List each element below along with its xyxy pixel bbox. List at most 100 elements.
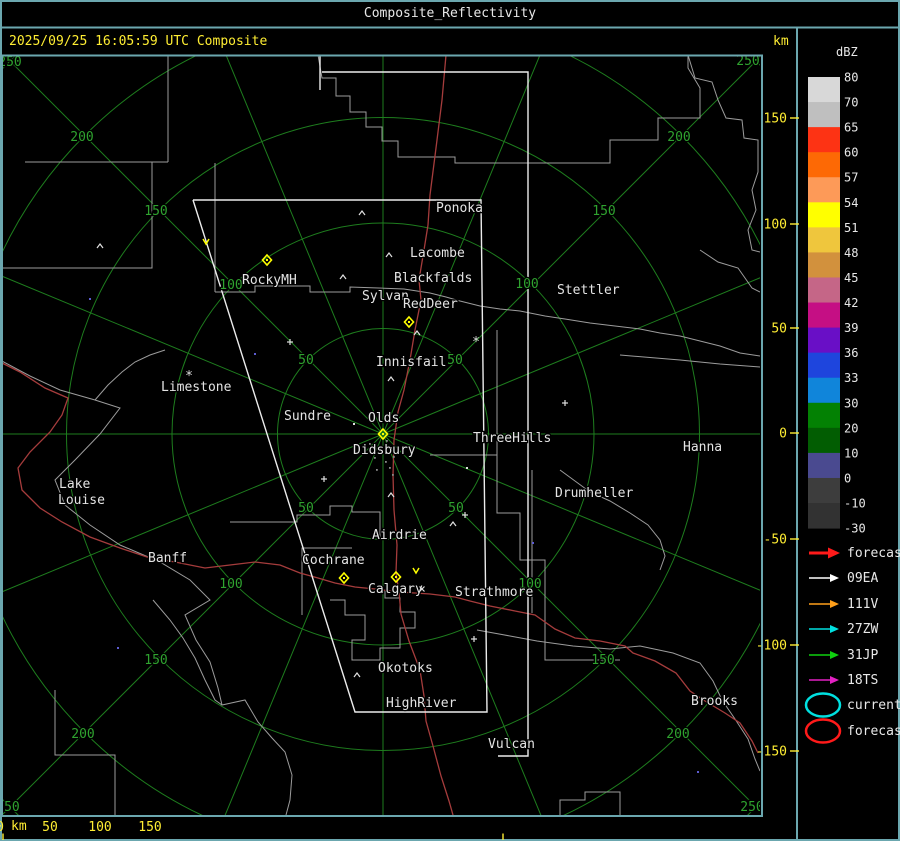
scale-block-57 [808, 177, 840, 203]
scale-label-42: 42 [844, 296, 858, 310]
scale-block-45 [808, 277, 840, 304]
city-label-reddeer: RedDeer [403, 297, 458, 312]
bottom-axis-unit-label: km [11, 819, 27, 834]
city-label-didsbury: Didsbury [353, 443, 416, 458]
ring-label-200: 200 [70, 130, 93, 145]
scale-block-60 [808, 152, 840, 178]
city-label-threehills: ThreeHills [473, 431, 551, 446]
clutter-dot [386, 440, 388, 442]
ring-label-150: 150 [144, 204, 167, 219]
timestamp-label: 2025/09/25 16:05:59 UTC Composite [9, 34, 268, 49]
station-star-icon: * [185, 369, 193, 384]
bottom-axis-tick-label: 150 [138, 820, 161, 835]
clutter-dot [379, 449, 381, 451]
bottom-axis-tick-label: 100 [88, 820, 111, 835]
city-label-blackfalds: Blackfalds [394, 271, 472, 286]
clutter-dot [376, 469, 378, 471]
ring-label-250: 250 [0, 55, 22, 70]
clutter-dot [374, 457, 376, 459]
ring-label-50: 50 [448, 501, 464, 516]
legend-label-09EA: 09EA [847, 571, 878, 586]
scale-block-36 [808, 352, 840, 379]
scale-label-48: 48 [844, 246, 858, 260]
scale-block-20 [808, 427, 840, 454]
scale-block-39 [808, 327, 840, 354]
right-axis-tick-label: 50 [771, 322, 787, 337]
clutter-dot [390, 447, 392, 449]
radar-viewer-window: 250 200 150 100 50 250 200 150 100 50 250 200 150 100… [0, 0, 900, 841]
right-axis-unit-label: km [773, 34, 789, 49]
legend-label-27ZW: 27ZW [847, 622, 878, 637]
lightning-dot [117, 647, 119, 649]
city-label-drumheller: Drumheller [555, 486, 633, 501]
scale-label-45: 45 [844, 271, 858, 285]
clutter-dot [385, 461, 387, 463]
white-dot [466, 467, 468, 469]
scale-block-30 [808, 402, 840, 429]
scale-block-0 [808, 477, 840, 504]
bottom-axis-tick-label: 0 [0, 820, 4, 835]
city-label-louise: Louise [58, 493, 105, 508]
city-label-calgary: Calgary [368, 582, 423, 597]
city-label-limestone: Limestone [161, 380, 232, 395]
ring-label-150: 150 [591, 653, 614, 668]
scale-label-60: 60 [844, 146, 858, 160]
scale-block-10 [808, 452, 840, 479]
city-label-banff: Banff [148, 551, 187, 566]
legend-label-31JP: 31JP [847, 648, 878, 663]
scale-label-39: 39 [844, 321, 858, 335]
scale-label-0: 0 [844, 471, 851, 485]
scale-block--10 [808, 503, 840, 529]
scale-block-70 [808, 102, 840, 128]
scale-label-51: 51 [844, 221, 858, 235]
right-axis-tick-label: -100 [756, 639, 787, 654]
legend-label-forecast: forecast [847, 546, 900, 561]
right-axis-tick-label: 0 [779, 427, 787, 442]
storm-cell-dot [266, 259, 268, 261]
colorscale-title: dBZ [836, 45, 858, 59]
window-title: Composite_Reflectivity [363, 6, 537, 21]
scale-block-51 [808, 227, 840, 253]
scale-label-end: -30 [844, 522, 866, 536]
storm-cell-dot [343, 577, 345, 579]
lightning-dot [89, 298, 91, 300]
ring-label-100: 100 [515, 277, 538, 292]
scale-label-70: 70 [844, 96, 858, 110]
scale-label--10: -10 [844, 497, 866, 511]
scale-label-36: 36 [844, 346, 858, 360]
right-axis-tick-label: 150 [764, 112, 787, 127]
ring-label-150: 150 [144, 653, 167, 668]
legend-label-forecast: forecast [847, 724, 900, 739]
lightning-dot [532, 542, 534, 544]
city-label-strathmore: Strathmore [455, 585, 533, 600]
scale-label-57: 57 [844, 171, 858, 185]
scale-label-10: 10 [844, 446, 858, 460]
scale-label-54: 54 [844, 196, 858, 210]
city-label-lacombe: Lacombe [410, 246, 465, 261]
city-label-stettler: Stettler [557, 283, 620, 298]
scale-label-20: 20 [844, 421, 858, 435]
scale-block-48 [808, 252, 840, 278]
scale-label-80: 80 [844, 71, 858, 85]
city-label-cochrane: Cochrane [302, 553, 365, 568]
scale-label-65: 65 [844, 121, 858, 135]
clutter-dot [393, 456, 395, 458]
clutter-dot [392, 474, 394, 476]
city-label-brooks: Brooks [691, 694, 738, 709]
scale-label-33: 33 [844, 371, 858, 385]
scale-block-65 [808, 127, 840, 153]
scale-label-30: 30 [844, 396, 858, 410]
right-axis-tick-label: -150 [756, 745, 787, 760]
city-label-sylvan: Sylvan [362, 289, 409, 304]
legend-label-current: current [847, 698, 900, 713]
city-label-okotoks: Okotoks [378, 661, 433, 676]
legend-label-18TS: 18TS [847, 673, 878, 688]
city-label-rockymh: RockyMH [242, 273, 297, 288]
clutter-dot [389, 467, 391, 469]
white-dot [353, 423, 355, 425]
ring-label-200: 200 [667, 130, 690, 145]
city-label-lake: Lake [59, 477, 90, 492]
scale-block-80 [808, 77, 840, 103]
ring-label-100: 100 [219, 577, 242, 592]
scale-block-54 [808, 202, 840, 228]
